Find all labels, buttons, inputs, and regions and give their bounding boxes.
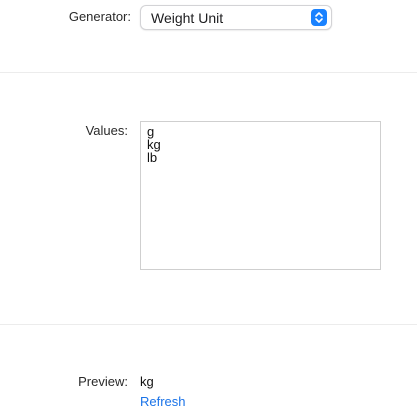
value-line: g <box>147 124 155 139</box>
up-down-chevron-icon <box>311 9 327 26</box>
section-divider <box>0 324 417 325</box>
generator-popup-button[interactable]: Weight Unit <box>140 5 332 30</box>
section-divider <box>0 72 417 73</box>
generator-label: Generator: <box>68 9 131 24</box>
value-line: kg <box>147 137 161 152</box>
value-line: lb <box>147 150 158 165</box>
values-text-area[interactable]: g kg lb <box>140 121 381 270</box>
refresh-link[interactable]: Refresh <box>140 394 186 409</box>
preview-label: Preview: <box>78 374 128 389</box>
preview-value: kg <box>140 374 154 389</box>
values-label: Values: <box>85 123 128 138</box>
generator-selected-value: Weight Unit <box>151 10 224 26</box>
